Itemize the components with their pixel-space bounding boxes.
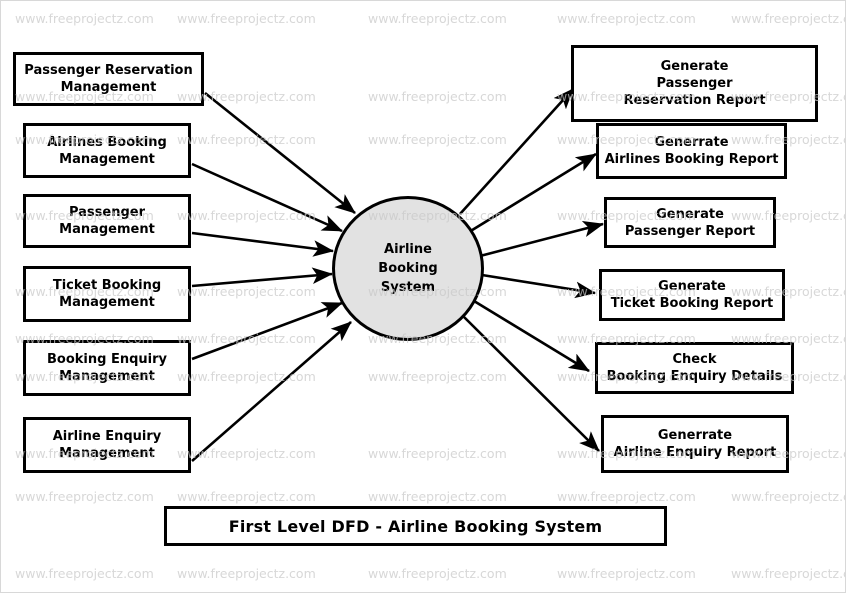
entity-label: Generate Passenger Report xyxy=(624,206,756,239)
flow-ticket-booking-management xyxy=(191,267,334,288)
entity-label: Airlines Booking Management xyxy=(47,134,167,167)
entity-generate-passenger-report[interactable]: Generate Passenger Report xyxy=(604,197,776,248)
entity-booking-enquiry-management[interactable]: Booking Enquiry Management xyxy=(23,340,191,396)
entity-label: Airline Enquiry Management xyxy=(52,429,162,461)
entity-passenger-reservation-management[interactable]: Passenger Reservation Management xyxy=(13,52,204,106)
process-label: Airline Booking System xyxy=(378,242,438,295)
entity-generate-passenger-reservation-report[interactable]: Generate Passenger Reservation Report xyxy=(571,45,818,122)
entity-generate-ticket-booking-report[interactable]: Generate Ticket Booking Report xyxy=(599,269,785,321)
entity-label: Passenger Management xyxy=(59,205,155,237)
flow-passenger-management xyxy=(191,231,335,257)
entity-generrate-airlines-booking-report[interactable]: Generrate Airlines Booking Report xyxy=(596,123,787,179)
diagram-title: First Level DFD - Airline Booking System xyxy=(228,516,603,536)
flow-passenger-reservation-management xyxy=(204,91,356,215)
entity-label: Generate Ticket Booking Report xyxy=(610,279,774,311)
entity-ticket-booking-management[interactable]: Ticket Booking Management xyxy=(23,266,191,322)
entity-label: Passenger Reservation Management xyxy=(24,63,193,95)
flow-airlines-booking-management xyxy=(191,162,343,233)
entity-label: Generate Passenger Reservation Report xyxy=(623,59,766,108)
entity-label: Check Booking Enquiry Details xyxy=(606,352,783,384)
entity-passenger-management[interactable]: Passenger Management xyxy=(23,194,191,248)
dfd-diagram-page: Passenger Reservation Management Airlines… xyxy=(0,0,846,593)
diagram-title-box: First Level DFD - Airline Booking System xyxy=(164,506,667,546)
flow-airline-enquiry-management xyxy=(191,321,352,462)
entity-generrate-airline-enquiry-report[interactable]: Generrate Airline Enquiry Report xyxy=(601,415,789,473)
entity-label: Booking Enquiry Management xyxy=(47,352,167,384)
flow-generate-passenger-reservation-report xyxy=(459,88,574,215)
process-airline-booking-system[interactable]: Airline Booking System xyxy=(332,196,484,341)
entity-check-booking-enquiry-details[interactable]: Check Booking Enquiry Details xyxy=(595,342,794,394)
flow-generrate-airlines-booking-report xyxy=(468,152,597,234)
flow-generate-ticket-booking-report xyxy=(481,273,597,299)
entity-airlines-booking-management[interactable]: Airlines Booking Management xyxy=(23,123,191,178)
entity-airline-enquiry-management[interactable]: Airline Enquiry Management xyxy=(23,417,191,473)
flow-check-booking-enquiry-details xyxy=(473,299,590,373)
entity-label: Ticket Booking Management xyxy=(52,278,162,310)
entity-label: Generrate Airlines Booking Report xyxy=(604,135,779,167)
flow-generate-passenger-report xyxy=(479,220,605,258)
entity-label: Generrate Airline Enquiry Report xyxy=(613,428,777,460)
